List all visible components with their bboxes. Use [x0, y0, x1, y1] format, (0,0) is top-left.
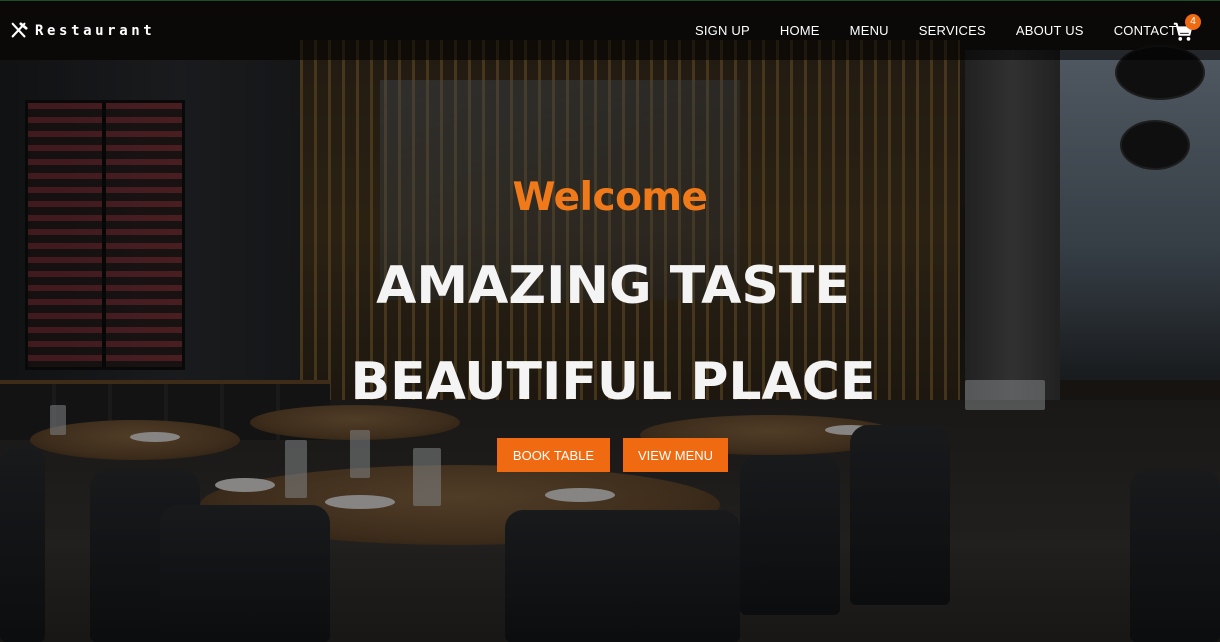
headline-line-2: BEAUTIFUL PLACE [350, 352, 876, 412]
brand-name: Restaurant [35, 23, 156, 39]
brand-logo[interactable]: Restaurant [10, 22, 155, 40]
headline-line-1: AMAZING TASTE [376, 256, 850, 316]
fork-knife-icon [11, 22, 28, 38]
welcome-heading: Welcome [512, 175, 708, 220]
dark-overlay [0, 0, 1220, 642]
nav-link-about-us[interactable]: ABOUT US [1001, 23, 1099, 38]
nav-link-sign-up[interactable]: SIGN UP [680, 23, 765, 38]
nav-link-services[interactable]: SERVICES [904, 23, 1001, 38]
navbar: Restaurant SIGN UP HOME MENU SERVICES AB… [0, 0, 1220, 60]
nav-link-home[interactable]: HOME [765, 23, 835, 38]
hero-background [0, 0, 1220, 642]
book-table-button[interactable]: BOOK TABLE [497, 438, 610, 472]
view-menu-button[interactable]: VIEW MENU [623, 438, 728, 472]
cart-count-badge: 4 [1185, 14, 1201, 30]
nav-links: SIGN UP HOME MENU SERVICES ABOUT US CONT… [680, 23, 1192, 38]
nav-link-menu[interactable]: MENU [835, 23, 904, 38]
